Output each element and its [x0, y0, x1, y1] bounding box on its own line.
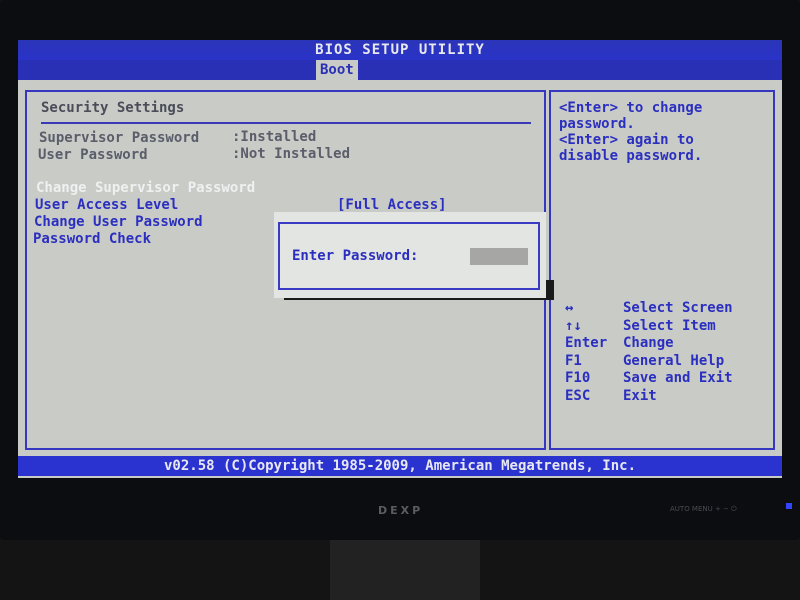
key-action: Save and Exit: [623, 370, 733, 386]
help-line: disable password.: [559, 148, 703, 164]
bios-screen: BIOS SETUP UTILITY Boot Security Setting…: [18, 40, 782, 478]
left-right-arrow-icon: ↔: [565, 300, 574, 316]
supervisor-password-status: :Installed: [232, 129, 317, 145]
tab-boot[interactable]: Boot: [316, 60, 358, 80]
menu-item-user-access-level[interactable]: User Access Level: [35, 197, 178, 214]
help-line: password.: [559, 116, 635, 132]
tab-bar: Boot: [18, 60, 782, 80]
bios-title: BIOS SETUP UTILITY: [18, 40, 782, 60]
key-name: F1: [565, 352, 582, 369]
brand-logo: DEXP: [378, 504, 424, 517]
supervisor-password-label: Supervisor Password: [39, 130, 200, 146]
password-dialog: Enter Password:: [274, 212, 546, 298]
divider: [41, 122, 531, 124]
up-down-arrow-icon: ↑↓: [565, 317, 582, 334]
monitor-stand: [330, 540, 480, 600]
key-name: Enter: [565, 335, 608, 351]
help-line: <Enter> to change: [559, 100, 703, 116]
key-action: Exit: [623, 387, 657, 404]
key-action: Select Screen: [623, 300, 733, 316]
menu-item-password-check[interactable]: Password Check: [33, 231, 151, 248]
user-password-status: :Not Installed: [232, 146, 351, 162]
menu-item-change-user-password[interactable]: Change User Password: [34, 214, 203, 231]
key-name: ESC: [565, 387, 591, 404]
user-password-label: User Password: [38, 147, 148, 163]
key-action: Change: [623, 335, 674, 351]
key-name: F10: [565, 370, 591, 386]
key-legend: ↔ Select Screen ↑↓ Select Item Enter Change…: [565, 300, 733, 405]
dialog-frame: Enter Password:: [278, 222, 540, 290]
panel-title: Security Settings: [41, 100, 185, 116]
help-panel: <Enter> to change password. <Enter> agai…: [549, 90, 775, 450]
key-action: General Help: [623, 352, 725, 369]
copyright-bar: v02.58 (C)Copyright 1985-2009, American …: [18, 456, 782, 476]
monitor-buttons[interactable]: AUTO MENU + − ⏻: [670, 505, 737, 514]
key-action: Select Item: [623, 317, 716, 334]
password-label: Enter Password:: [292, 248, 419, 264]
help-line: <Enter> again to: [559, 132, 694, 148]
power-led-icon: [786, 503, 792, 509]
password-input[interactable]: [470, 248, 528, 265]
menu-item-change-supervisor-password[interactable]: Change Supervisor Password: [36, 180, 255, 197]
